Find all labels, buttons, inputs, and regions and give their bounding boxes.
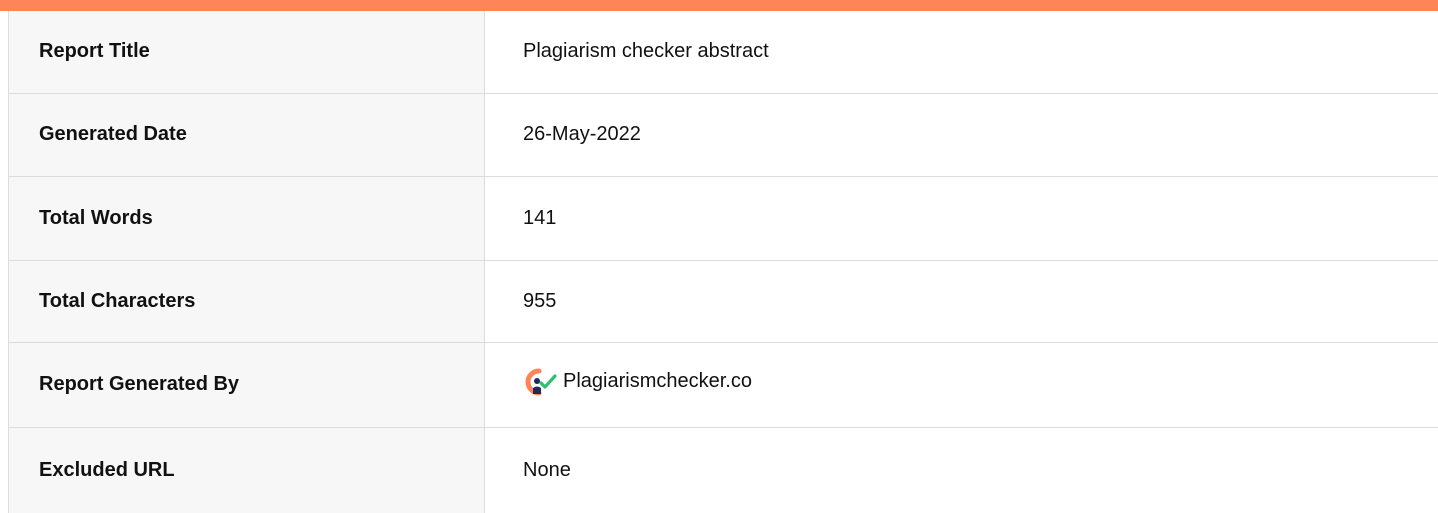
- row-value: 955: [484, 260, 1438, 343]
- table-row-total-characters: Total Characters 955: [8, 260, 1438, 343]
- table-row-excluded-url: Excluded URL None: [8, 427, 1438, 513]
- table-row-total-words: Total Words 141: [8, 176, 1438, 261]
- row-value: Plagiarism checker abstract: [484, 11, 1438, 94]
- row-value: None: [484, 427, 1438, 513]
- table-row-report-generated-by: Report Generated By Plagiarismchecker.co: [8, 342, 1438, 428]
- report-details-table: Report Title Plagiarism checker abstract…: [8, 11, 1438, 513]
- row-label: Report Generated By: [8, 342, 485, 428]
- row-label: Report Title: [8, 11, 485, 94]
- table-row-report-title: Report Title Plagiarism checker abstract: [8, 11, 1438, 94]
- row-value: 26-May-2022: [484, 93, 1438, 177]
- brand-link[interactable]: Plagiarismchecker.co: [523, 367, 752, 397]
- accent-top-bar: [0, 0, 1438, 11]
- row-label: Excluded URL: [8, 427, 485, 513]
- brand-name: Plagiarismchecker.co: [563, 370, 752, 392]
- row-label: Total Words: [8, 176, 485, 261]
- row-label: Total Characters: [8, 260, 485, 343]
- table-row-generated-date: Generated Date 26-May-2022: [8, 93, 1438, 177]
- report-summary-page: Report Title Plagiarism checker abstract…: [0, 0, 1438, 513]
- row-value: 141: [484, 176, 1438, 261]
- plagiarismchecker-logo-icon: [525, 368, 557, 395]
- row-value-brand: Plagiarismchecker.co: [484, 342, 1438, 428]
- row-label: Generated Date: [8, 93, 485, 177]
